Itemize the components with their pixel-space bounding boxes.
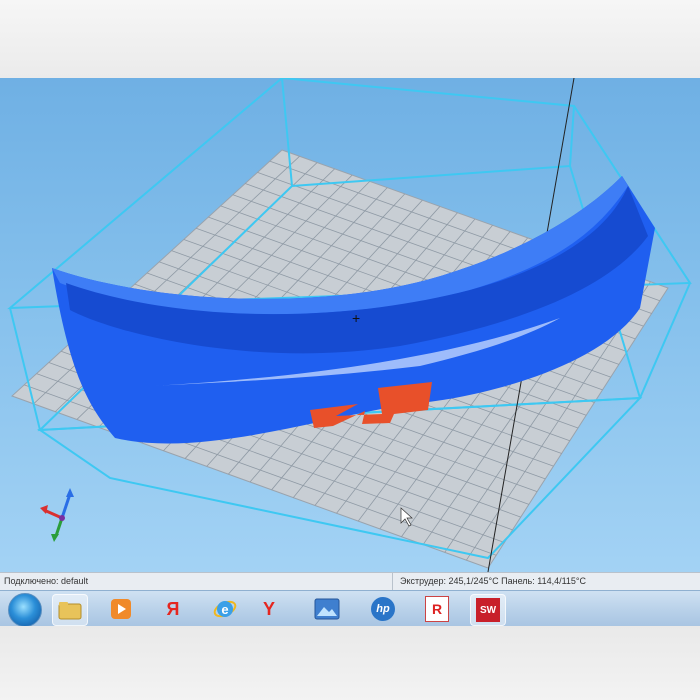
viewport-cursor: + bbox=[352, 310, 360, 326]
repetier-icon[interactable]: R bbox=[420, 594, 454, 624]
connection-status: Подключено: default bbox=[4, 576, 89, 586]
hp-label: hp bbox=[376, 603, 390, 615]
hp-icon[interactable]: hp bbox=[366, 594, 400, 624]
solidworks-label: SW bbox=[479, 604, 497, 616]
media-player-icon[interactable] bbox=[104, 594, 138, 624]
photo-background-bottom bbox=[0, 626, 700, 700]
repetier-label: R bbox=[431, 601, 443, 617]
solidworks-icon[interactable]: SW bbox=[470, 594, 506, 626]
screen: + Подключено: default Экструдер: 245,1/2… bbox=[0, 78, 700, 626]
axis-gizmo bbox=[40, 488, 74, 542]
explorer-icon[interactable] bbox=[52, 594, 88, 626]
ie-label: e bbox=[221, 601, 229, 617]
taskbar: Я e Y hp R SW bbox=[0, 590, 700, 626]
status-bar: Подключено: default Экструдер: 245,1/245… bbox=[0, 572, 700, 591]
photo-background-top bbox=[0, 0, 700, 78]
status-divider bbox=[392, 573, 393, 591]
temperature-status: Экструдер: 245,1/245°C Панель: 114,4/115… bbox=[400, 576, 587, 586]
picture-viewer-icon[interactable] bbox=[310, 594, 344, 624]
yandex-browser-label: Y bbox=[262, 598, 275, 619]
yandex-icon[interactable]: Я bbox=[156, 594, 190, 624]
internet-explorer-icon[interactable]: e bbox=[208, 594, 242, 624]
yandex-browser-icon[interactable]: Y bbox=[252, 594, 286, 624]
3d-viewport[interactable]: + bbox=[0, 78, 700, 572]
start-button[interactable] bbox=[8, 593, 42, 626]
yandex-label: Я bbox=[166, 598, 180, 619]
